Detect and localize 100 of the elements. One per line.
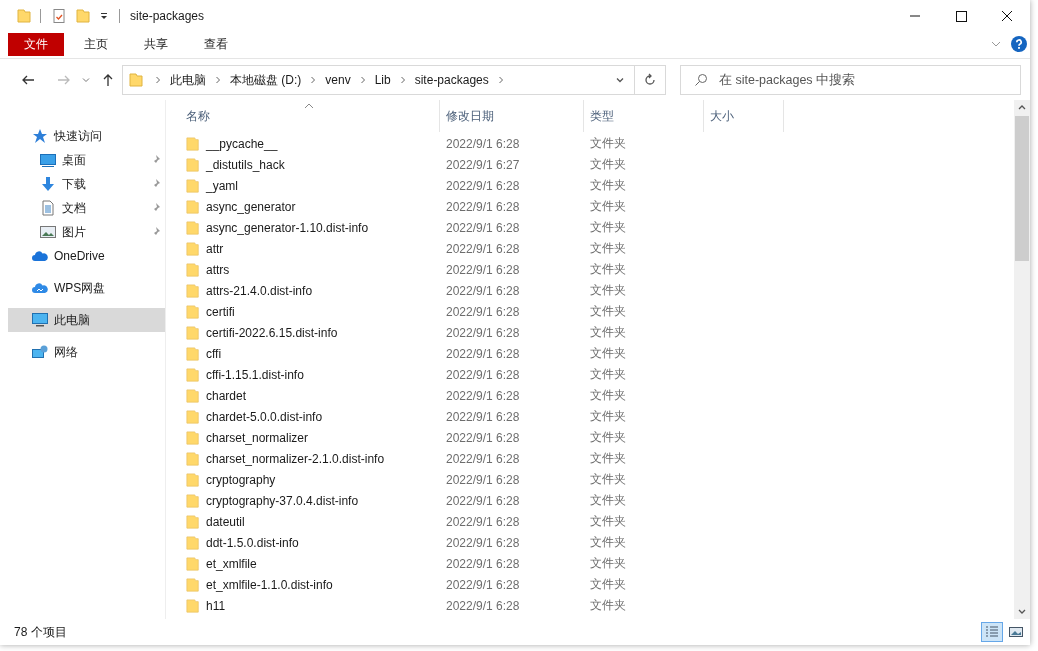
file-name[interactable]: certifi-2022.6.15.dist-info bbox=[206, 325, 338, 340]
folder-icon bbox=[186, 492, 200, 509]
modified-date: 2022/9/1 6:28 bbox=[446, 178, 521, 193]
folder-icon bbox=[186, 576, 200, 593]
chevron-right-icon[interactable] bbox=[154, 76, 162, 84]
file-name[interactable]: dateutil bbox=[206, 514, 245, 529]
file-name[interactable]: attr bbox=[206, 241, 224, 256]
file-name[interactable]: cryptography bbox=[206, 472, 276, 487]
folder-icon bbox=[186, 471, 200, 488]
address-bar[interactable]: 此电脑 本地磁盘 (D:) venv Lib site-packages bbox=[122, 65, 666, 95]
modified-date: 2022/9/1 6:28 bbox=[446, 472, 521, 487]
modified-date: 2022/9/1 6:28 bbox=[446, 241, 521, 256]
file-name[interactable]: chardet bbox=[206, 388, 247, 403]
chevron-right-icon[interactable] bbox=[398, 76, 407, 84]
cloud-icon bbox=[32, 248, 48, 264]
ribbon-tab[interactable]: 主页 bbox=[68, 32, 124, 56]
modified-date: 2022/9/1 6:28 bbox=[446, 262, 521, 277]
sort-caret-icon bbox=[304, 103, 314, 109]
breadcrumb[interactable]: site-packages bbox=[414, 73, 489, 87]
file-name[interactable]: cffi-1.15.1.dist-info bbox=[206, 367, 304, 382]
ribbon-tab[interactable]: 查看 bbox=[188, 32, 244, 56]
breadcrumb[interactable]: 本地磁盘 (D:) bbox=[230, 71, 302, 89]
modified-date: 2022/9/1 6:28 bbox=[446, 199, 521, 214]
modified-date: 2022/9/1 6:28 bbox=[446, 220, 521, 235]
monitor-icon bbox=[32, 312, 48, 328]
folder-icon bbox=[186, 387, 200, 404]
folder-icon bbox=[186, 450, 200, 467]
folder-icon[interactable] bbox=[16, 8, 32, 24]
file-name[interactable]: et_xmlfile bbox=[206, 556, 257, 571]
file-name[interactable]: _distutils_hack bbox=[206, 157, 285, 172]
file-type: 文件夹 bbox=[590, 555, 627, 572]
file-type: 文件夹 bbox=[590, 366, 627, 383]
file-name[interactable]: __pycache__ bbox=[206, 136, 278, 151]
scroll-thumb[interactable] bbox=[1015, 116, 1029, 261]
file-type: 文件夹 bbox=[590, 429, 627, 446]
dropdown-icon[interactable] bbox=[99, 11, 109, 21]
download-arrow-icon bbox=[40, 176, 56, 192]
sidebar-item[interactable]: OneDrive bbox=[0, 244, 165, 268]
document-icon bbox=[40, 200, 56, 216]
chevron-right-icon[interactable] bbox=[309, 76, 318, 84]
refresh-icon[interactable] bbox=[643, 73, 657, 87]
file-name[interactable]: async_generator bbox=[206, 199, 296, 214]
scrollbar[interactable] bbox=[1014, 100, 1030, 619]
file-type: 文件夹 bbox=[590, 387, 627, 404]
file-name[interactable]: cffi bbox=[206, 346, 222, 361]
column-header[interactable]: 修改日期 bbox=[440, 100, 584, 132]
file-type: 文件夹 bbox=[590, 450, 627, 467]
help-icon[interactable] bbox=[1011, 36, 1027, 52]
breadcrumb[interactable]: venv bbox=[325, 73, 351, 87]
file-name[interactable]: _yaml bbox=[206, 178, 238, 193]
file-name[interactable]: h11 bbox=[206, 598, 226, 613]
chevron-down-icon[interactable] bbox=[616, 76, 624, 84]
file-name[interactable]: async_generator-1.10.dist-info bbox=[206, 220, 369, 235]
network-icon bbox=[32, 344, 48, 360]
breadcrumb[interactable]: Lib bbox=[374, 73, 391, 87]
file-name[interactable]: et_xmlfile-1.1.0.dist-info bbox=[206, 577, 333, 592]
properties-icon[interactable] bbox=[51, 8, 67, 24]
file-name[interactable]: cryptography-37.0.4.dist-info bbox=[206, 493, 359, 508]
file-name[interactable]: ddt-1.5.0.dist-info bbox=[206, 535, 299, 550]
item-count: 78 个项目 bbox=[14, 623, 67, 641]
ribbon-tab[interactable]: 共享 bbox=[128, 32, 184, 56]
modified-date: 2022/9/1 6:28 bbox=[446, 136, 521, 151]
file-name[interactable]: attrs bbox=[206, 262, 230, 277]
chevron-right-icon[interactable] bbox=[496, 76, 505, 84]
column-header[interactable]: 名称 bbox=[180, 100, 440, 132]
modified-date: 2022/9/1 6:28 bbox=[446, 325, 521, 340]
folder-icon bbox=[186, 345, 200, 362]
chevron-right-icon[interactable] bbox=[358, 76, 367, 84]
chevron-right-icon[interactable] bbox=[214, 76, 222, 84]
file-type: 文件夹 bbox=[590, 324, 627, 341]
column-header[interactable]: 大小 bbox=[704, 100, 784, 132]
modified-date: 2022/9/1 6:28 bbox=[446, 409, 521, 424]
file-type: 文件夹 bbox=[590, 303, 627, 320]
file-type: 文件夹 bbox=[590, 471, 627, 488]
modified-date: 2022/9/1 6:28 bbox=[446, 367, 521, 382]
sidebar-item[interactable]: 此电脑 bbox=[8, 308, 165, 332]
modified-date: 2022/9/1 6:28 bbox=[446, 577, 521, 592]
sidebar-item[interactable]: 桌面 bbox=[0, 148, 165, 172]
file-type: 文件夹 bbox=[590, 345, 627, 362]
folder-icon bbox=[186, 555, 200, 572]
file-name[interactable]: charset_normalizer-2.1.0.dist-info bbox=[206, 451, 385, 466]
column-header[interactable]: 类型 bbox=[584, 100, 704, 132]
sidebar-item[interactable]: 图片 bbox=[0, 220, 165, 244]
file-type: 文件夹 bbox=[590, 219, 627, 236]
sidebar-item[interactable]: 文档 bbox=[0, 196, 165, 220]
breadcrumb[interactable]: 此电脑 bbox=[170, 71, 206, 89]
file-type: 文件夹 bbox=[590, 156, 627, 173]
search-field[interactable]: 在 site-packages 中搜索 bbox=[680, 65, 1021, 95]
sidebar-item[interactable]: 网络 bbox=[0, 340, 165, 364]
folder-icon bbox=[186, 534, 200, 551]
sidebar-item[interactable]: 快速访问 bbox=[0, 124, 165, 148]
file-name[interactable]: chardet-5.0.0.dist-info bbox=[206, 409, 323, 424]
file-name[interactable]: charset_normalizer bbox=[206, 430, 309, 445]
file-name[interactable]: certifi bbox=[206, 304, 235, 319]
sidebar-item[interactable]: 下载 bbox=[0, 172, 165, 196]
file-type: 文件夹 bbox=[590, 513, 627, 530]
folder-icon[interactable] bbox=[75, 8, 91, 24]
file-name[interactable]: attrs-21.4.0.dist-info bbox=[206, 283, 313, 298]
sidebar-item[interactable]: WPS网盘 bbox=[0, 276, 165, 300]
chevron-down-icon[interactable] bbox=[991, 39, 1001, 49]
